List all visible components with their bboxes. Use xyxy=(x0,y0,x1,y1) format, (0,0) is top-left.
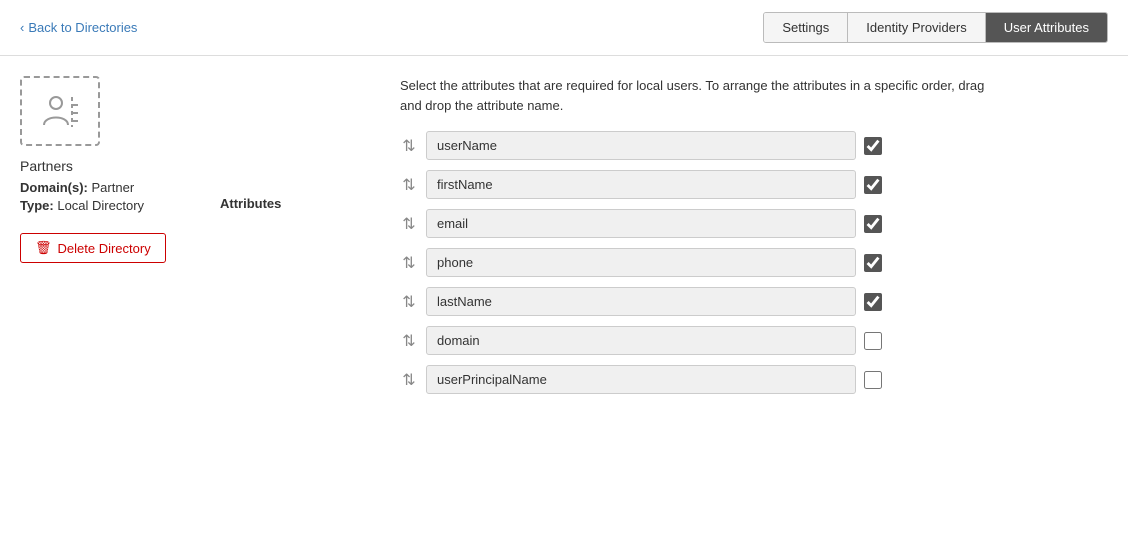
attribute-name-userName: userName xyxy=(426,131,856,160)
directory-icon xyxy=(20,76,100,146)
attribute-checkbox-lastName[interactable] xyxy=(864,293,882,311)
attributes-description: Select the attributes that are required … xyxy=(400,76,1000,115)
attribute-name-domain: domain xyxy=(426,326,856,355)
trash-icon: 🗑 xyxy=(35,240,52,256)
content-area: Attributes Select the attributes that ar… xyxy=(220,76,1108,404)
domains-meta: Domain(s): Partner xyxy=(20,180,200,195)
type-meta: Type: Local Directory xyxy=(20,198,200,213)
attribute-name-phone: phone xyxy=(426,248,856,277)
attributes-label: Attributes xyxy=(220,76,380,404)
attribute-name-email: email xyxy=(426,209,856,238)
drag-handle-icon[interactable]: ⇅ xyxy=(400,370,418,390)
directory-name: Partners xyxy=(20,158,200,174)
attribute-checkbox-phone[interactable] xyxy=(864,254,882,272)
chevron-left-icon: ‹ xyxy=(20,20,24,35)
domains-label: Domain(s): xyxy=(20,180,88,195)
attribute-name-firstName: firstName xyxy=(426,170,856,199)
drag-handle-icon[interactable]: ⇅ xyxy=(400,136,418,156)
attribute-row-phone: ⇅ phone xyxy=(400,248,1108,277)
attributes-main: Select the attributes that are required … xyxy=(400,76,1108,404)
attribute-row-domain: ⇅ domain xyxy=(400,326,1108,355)
attribute-checkbox-userPrincipalName[interactable] xyxy=(864,371,882,389)
attribute-row-lastName: ⇅ lastName xyxy=(400,287,1108,316)
attribute-checkbox-userName[interactable] xyxy=(864,137,882,155)
domains-value: Partner xyxy=(92,180,135,195)
sidebar: Partners Domain(s): Partner Type: Local … xyxy=(20,76,200,404)
attribute-row-userName: ⇅ userName xyxy=(400,131,1108,160)
attribute-name-lastName: lastName xyxy=(426,287,856,316)
header: ‹ Back to Directories Settings Identity … xyxy=(0,0,1128,56)
attribute-row-firstName: ⇅ firstName xyxy=(400,170,1108,199)
attribute-checkbox-firstName[interactable] xyxy=(864,176,882,194)
attribute-checkbox-domain[interactable] xyxy=(864,332,882,350)
drag-handle-icon[interactable]: ⇅ xyxy=(400,214,418,234)
attribute-name-userPrincipalName: userPrincipalName xyxy=(426,365,856,394)
delete-directory-button[interactable]: 🗑 Delete Directory xyxy=(20,233,166,263)
drag-handle-icon[interactable]: ⇅ xyxy=(400,175,418,195)
attribute-row-email: ⇅ email xyxy=(400,209,1108,238)
attribute-rows: ⇅ userName ⇅ firstName ⇅ email ⇅ phone ⇅ lastName… xyxy=(400,131,1108,394)
tab-user-attributes[interactable]: User Attributes xyxy=(986,13,1107,42)
main-content: Partners Domain(s): Partner Type: Local … xyxy=(0,56,1128,424)
type-value: Local Directory xyxy=(57,198,144,213)
attribute-row-userPrincipalName: ⇅ userPrincipalName xyxy=(400,365,1108,394)
tab-settings[interactable]: Settings xyxy=(764,13,848,42)
tab-group: Settings Identity Providers User Attribu… xyxy=(763,12,1108,43)
drag-handle-icon[interactable]: ⇅ xyxy=(400,292,418,312)
back-to-directories-link[interactable]: ‹ Back to Directories xyxy=(20,20,137,35)
drag-handle-icon[interactable]: ⇅ xyxy=(400,253,418,273)
drag-handle-icon[interactable]: ⇅ xyxy=(400,331,418,351)
attribute-checkbox-email[interactable] xyxy=(864,215,882,233)
type-label: Type: xyxy=(20,198,54,213)
tab-identity-providers[interactable]: Identity Providers xyxy=(848,13,985,42)
delete-label: Delete Directory xyxy=(58,241,151,256)
back-label: Back to Directories xyxy=(28,20,137,35)
